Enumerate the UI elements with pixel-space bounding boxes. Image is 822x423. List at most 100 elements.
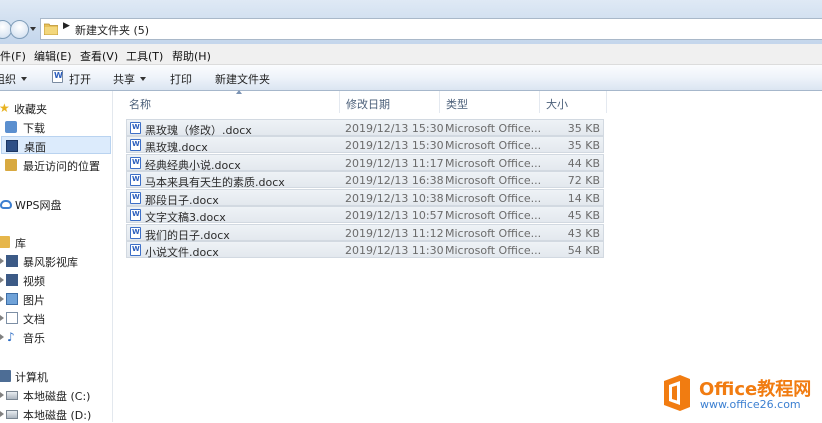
word-document-icon <box>52 70 63 83</box>
column-header-type-label: 类型 <box>446 98 468 111</box>
file-modified: 2019/12/13 11:12 <box>345 227 444 240</box>
file-row[interactable]: 经典经典小说.docx 2019/12/13 11:17 Microsoft O… <box>126 154 604 172</box>
expand-arrow-icon[interactable] <box>0 258 4 264</box>
nav-libraries[interactable]: 库 <box>0 233 112 251</box>
chevron-down-icon <box>21 77 27 81</box>
file-row[interactable]: 那段日子.docx 2019/12/13 10:38 Microsoft Off… <box>126 189 604 207</box>
menu-view[interactable]: 查看(V) <box>80 48 118 64</box>
nav-favorites[interactable]: ★ 收藏夹 <box>0 99 112 117</box>
nav-videos-label: 视频 <box>23 275 45 288</box>
nav-desktop-label: 桌面 <box>24 141 46 154</box>
nav-documents[interactable]: 文档 <box>0 309 112 327</box>
menu-edit[interactable]: 编辑(E) <box>34 48 72 64</box>
expand-arrow-icon[interactable] <box>0 411 4 417</box>
hard-disk-icon <box>6 391 18 400</box>
address-bar: ▶ 新建文件夹 (5) <box>0 0 822 44</box>
address-field[interactable]: ▶ 新建文件夹 (5) <box>40 18 822 40</box>
file-type: Microsoft Office... <box>445 244 542 257</box>
file-row[interactable]: 马本来具有天生的素质.docx 2019/12/13 16:38 Microso… <box>126 171 604 189</box>
file-type: Microsoft Office... <box>445 139 542 152</box>
video-library-icon <box>6 255 18 267</box>
chevron-down-icon <box>140 77 146 81</box>
computer-icon <box>0 370 11 382</box>
nav-recent[interactable]: 最近访问的位置 <box>0 156 112 174</box>
videos-icon <box>6 274 18 286</box>
nav-pictures[interactable]: 图片 <box>0 290 112 308</box>
file-modified: 2019/12/13 10:38 <box>345 192 444 205</box>
breadcrumb-separator-icon[interactable]: ▶ <box>63 21 70 31</box>
word-document-icon <box>130 209 141 221</box>
column-header-name[interactable]: 名称 <box>123 90 340 113</box>
recent-pages-chevron-down-icon[interactable] <box>30 27 36 31</box>
file-modified: 2019/12/13 11:17 <box>345 157 444 170</box>
nav-wps-cloud[interactable]: WPS网盘 <box>0 195 112 213</box>
file-row[interactable]: 我们的日子.docx 2019/12/13 11:12 Microsoft Of… <box>126 224 604 242</box>
expand-arrow-icon[interactable] <box>0 277 4 283</box>
file-row[interactable]: 文字文稿3.docx 2019/12/13 10:57 Microsoft Of… <box>126 206 604 224</box>
sort-ascending-icon <box>236 90 242 94</box>
folder-icon <box>44 23 58 35</box>
open-button[interactable]: 打开 <box>69 71 91 87</box>
documents-icon <box>6 312 18 324</box>
file-row[interactable]: 小说文件.docx 2019/12/13 11:30 Microsoft Off… <box>126 241 604 259</box>
menu-bar: 件(F) 编辑(E) 查看(V) 工具(T) 帮助(H) <box>0 44 822 65</box>
word-document-icon <box>130 227 141 239</box>
file-row[interactable]: 黑玫瑰（修改）.docx 2019/12/13 15:30 Microsoft … <box>126 119 604 137</box>
pictures-icon <box>6 293 18 305</box>
command-toolbar: 组织 打开 共享 打印 新建文件夹 <box>0 65 822 91</box>
desktop-icon <box>6 140 18 152</box>
menu-file[interactable]: 件(F) <box>0 48 26 64</box>
nav-video-library[interactable]: 暴风影视库 <box>0 252 112 270</box>
downloads-folder-icon <box>5 121 17 133</box>
expand-arrow-icon[interactable] <box>0 296 4 302</box>
file-modified: 2019/12/13 15:30 <box>345 139 444 152</box>
nav-drive-d[interactable]: 本地磁盘 (D:) <box>0 405 112 423</box>
nav-computer[interactable]: 计算机 <box>0 367 112 385</box>
menu-tools[interactable]: 工具(T) <box>126 48 163 64</box>
file-size: 43 KB <box>567 227 600 240</box>
share-label: 共享 <box>113 73 135 86</box>
menu-help[interactable]: 帮助(H) <box>172 48 211 64</box>
star-icon: ★ <box>0 101 10 115</box>
column-header-modified[interactable]: 修改日期 <box>340 91 440 113</box>
organize-label: 组织 <box>0 73 16 86</box>
nav-favorites-label: 收藏夹 <box>14 103 47 116</box>
nav-videos[interactable]: 视频 <box>0 271 112 289</box>
nav-libraries-label: 库 <box>15 237 26 250</box>
share-button[interactable]: 共享 <box>113 71 146 87</box>
word-document-icon <box>130 122 141 134</box>
print-button[interactable]: 打印 <box>170 71 192 87</box>
breadcrumb-current-folder[interactable]: 新建文件夹 (5) <box>75 22 149 38</box>
file-size: 35 KB <box>567 139 600 152</box>
column-header-type[interactable]: 类型 <box>440 91 540 113</box>
file-name: 文字文稿3.docx <box>145 211 226 224</box>
file-size: 72 KB <box>567 174 600 187</box>
nav-wps-label: WPS网盘 <box>15 199 62 212</box>
expand-arrow-icon[interactable] <box>0 315 4 321</box>
nav-desktop[interactable]: 桌面 <box>1 136 111 154</box>
file-row[interactable]: 黑玫瑰.docx 2019/12/13 15:30 Microsoft Offi… <box>126 136 604 154</box>
word-document-icon <box>130 244 141 256</box>
nav-downloads-label: 下载 <box>23 122 45 135</box>
file-modified: 2019/12/13 15:30 <box>345 122 444 135</box>
file-name: 小说文件.docx <box>145 246 219 259</box>
nav-drive-c[interactable]: 本地磁盘 (C:) <box>0 386 112 404</box>
nav-recent-label: 最近访问的位置 <box>23 160 100 173</box>
organize-button[interactable]: 组织 <box>0 71 27 87</box>
file-type: Microsoft Office... <box>445 157 542 170</box>
new-folder-button[interactable]: 新建文件夹 <box>215 71 270 87</box>
file-modified: 2019/12/13 10:57 <box>345 209 444 222</box>
file-type: Microsoft Office... <box>445 122 542 135</box>
nav-music-label: 音乐 <box>23 332 45 345</box>
column-header-size[interactable]: 大小 <box>540 91 607 113</box>
nav-computer-label: 计算机 <box>15 371 48 384</box>
expand-arrow-icon[interactable] <box>0 334 4 340</box>
expand-arrow-icon[interactable] <box>0 392 4 398</box>
recent-places-icon <box>5 159 17 171</box>
office-logo-icon <box>664 375 690 411</box>
file-name: 马本来具有天生的素质.docx <box>145 176 285 189</box>
forward-button[interactable] <box>10 20 29 39</box>
nav-downloads[interactable]: 下载 <box>0 118 112 136</box>
word-document-icon <box>130 174 141 186</box>
nav-music[interactable]: ♪ 音乐 <box>0 328 112 346</box>
